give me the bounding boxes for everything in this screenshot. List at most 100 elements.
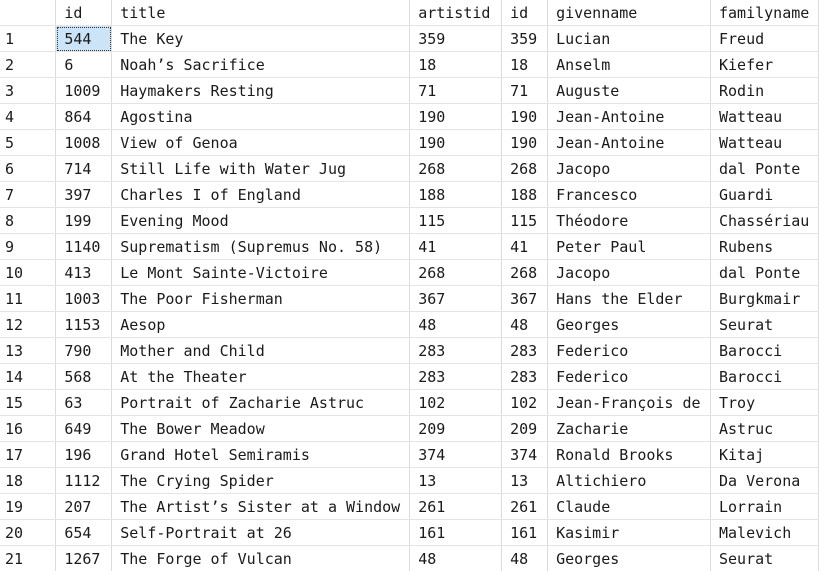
corner-cell[interactable] <box>0 0 56 26</box>
cell-id[interactable]: 544 <box>56 26 112 52</box>
cell-givenname[interactable]: Zacharie <box>548 416 711 442</box>
row-number[interactable]: 17 <box>0 442 56 468</box>
cell-id[interactable]: 397 <box>56 182 112 208</box>
cell-artistid[interactable]: 71 <box>410 78 502 104</box>
cell-title[interactable]: Haymakers Resting <box>112 78 410 104</box>
row-number[interactable]: 14 <box>0 364 56 390</box>
table-row[interactable]: 17196Grand Hotel Semiramis374374Ronald B… <box>0 442 819 468</box>
cell-title[interactable]: Mother and Child <box>112 338 410 364</box>
cell-givenname[interactable]: Jacopo <box>548 156 711 182</box>
cell-id-2[interactable]: 161 <box>502 520 548 546</box>
cell-title[interactable]: Aesop <box>112 312 410 338</box>
table-row[interactable]: 91140Suprematism (Supremus No. 58)4141Pe… <box>0 234 819 260</box>
cell-givenname[interactable]: Auguste <box>548 78 711 104</box>
cell-id-2[interactable]: 261 <box>502 494 548 520</box>
table-row[interactable]: 10413Le Mont Sainte-Victoire268268Jacopo… <box>0 260 819 286</box>
table-row[interactable]: 111003The Poor Fisherman367367Hans the E… <box>0 286 819 312</box>
cell-artistid[interactable]: 283 <box>410 338 502 364</box>
cell-id-2[interactable]: 367 <box>502 286 548 312</box>
cell-title[interactable]: The Forge of Vulcan <box>112 546 410 571</box>
cell-artistid[interactable]: 161 <box>410 520 502 546</box>
cell-artistid[interactable]: 190 <box>410 104 502 130</box>
cell-familyname[interactable]: dal Ponte <box>711 260 819 286</box>
cell-artistid[interactable]: 374 <box>410 442 502 468</box>
cell-title[interactable]: Agostina <box>112 104 410 130</box>
cell-id[interactable]: 207 <box>56 494 112 520</box>
cell-artistid[interactable]: 41 <box>410 234 502 260</box>
cell-id[interactable]: 1153 <box>56 312 112 338</box>
cell-title[interactable]: View of Genoa <box>112 130 410 156</box>
row-number[interactable]: 15 <box>0 390 56 416</box>
cell-artistid[interactable]: 268 <box>410 260 502 286</box>
cell-artistid[interactable]: 102 <box>410 390 502 416</box>
cell-title[interactable]: Le Mont Sainte-Victoire <box>112 260 410 286</box>
cell-id-2[interactable]: 41 <box>502 234 548 260</box>
row-number[interactable]: 4 <box>0 104 56 130</box>
cell-givenname[interactable]: Altichiero <box>548 468 711 494</box>
cell-id[interactable]: 196 <box>56 442 112 468</box>
table-row[interactable]: 4864Agostina190190Jean-AntoineWatteau <box>0 104 819 130</box>
cell-givenname[interactable]: Hans the Elder <box>548 286 711 312</box>
cell-familyname[interactable]: Kitaj <box>711 442 819 468</box>
cell-familyname[interactable]: Freud <box>711 26 819 52</box>
cell-title[interactable]: Still Life with Water Jug <box>112 156 410 182</box>
cell-title[interactable]: At the Theater <box>112 364 410 390</box>
cell-id-2[interactable]: 18 <box>502 52 548 78</box>
cell-id[interactable]: 568 <box>56 364 112 390</box>
cell-artistid[interactable]: 190 <box>410 130 502 156</box>
cell-givenname[interactable]: Francesco <box>548 182 711 208</box>
row-number[interactable]: 5 <box>0 130 56 156</box>
row-number[interactable]: 16 <box>0 416 56 442</box>
table-row[interactable]: 16649The Bower Meadow209209ZacharieAstru… <box>0 416 819 442</box>
cell-givenname[interactable]: Lucian <box>548 26 711 52</box>
cell-givenname[interactable]: Federico <box>548 338 711 364</box>
cell-id-2[interactable]: 283 <box>502 364 548 390</box>
cell-id-2[interactable]: 48 <box>502 546 548 571</box>
row-number[interactable]: 12 <box>0 312 56 338</box>
cell-givenname[interactable]: Jacopo <box>548 260 711 286</box>
cell-familyname[interactable]: Barocci <box>711 364 819 390</box>
cell-title[interactable]: Charles I of England <box>112 182 410 208</box>
table-row[interactable]: 6714Still Life with Water Jug268268Jacop… <box>0 156 819 182</box>
row-number[interactable]: 8 <box>0 208 56 234</box>
table-row[interactable]: 26Noah’s Sacrifice1818AnselmKiefer <box>0 52 819 78</box>
cell-familyname[interactable]: Burgkmair <box>711 286 819 312</box>
row-number[interactable]: 9 <box>0 234 56 260</box>
cell-id[interactable]: 1009 <box>56 78 112 104</box>
column-header-givenname[interactable]: givenname <box>548 0 711 26</box>
cell-id[interactable]: 714 <box>56 156 112 182</box>
cell-artistid[interactable]: 367 <box>410 286 502 312</box>
cell-id-2[interactable]: 71 <box>502 78 548 104</box>
cell-artistid[interactable]: 261 <box>410 494 502 520</box>
cell-givenname[interactable]: Kasimir <box>548 520 711 546</box>
cell-familyname[interactable]: Kiefer <box>711 52 819 78</box>
cell-title[interactable]: The Bower Meadow <box>112 416 410 442</box>
cell-id[interactable]: 1267 <box>56 546 112 571</box>
cell-id-2[interactable]: 13 <box>502 468 548 494</box>
cell-title[interactable]: Suprematism (Supremus No. 58) <box>112 234 410 260</box>
row-number[interactable]: 3 <box>0 78 56 104</box>
column-header-title[interactable]: title <box>112 0 410 26</box>
table-row[interactable]: 14568At the Theater283283FedericoBarocci <box>0 364 819 390</box>
cell-id[interactable]: 1008 <box>56 130 112 156</box>
cell-givenname[interactable]: Federico <box>548 364 711 390</box>
row-number[interactable]: 11 <box>0 286 56 312</box>
cell-title[interactable]: The Crying Spider <box>112 468 410 494</box>
cell-givenname[interactable]: Jean-François de <box>548 390 711 416</box>
cell-id-2[interactable]: 115 <box>502 208 548 234</box>
cell-title[interactable]: Portrait of Zacharie Astruc <box>112 390 410 416</box>
cell-familyname[interactable]: dal Ponte <box>711 156 819 182</box>
cell-id[interactable]: 649 <box>56 416 112 442</box>
cell-id[interactable]: 654 <box>56 520 112 546</box>
column-header-id-2[interactable]: id <box>502 0 548 26</box>
cell-title[interactable]: The Artist’s Sister at a Window <box>112 494 410 520</box>
cell-id-2[interactable]: 268 <box>502 156 548 182</box>
row-number[interactable]: 19 <box>0 494 56 520</box>
cell-givenname[interactable]: Jean-Antoine <box>548 130 711 156</box>
cell-givenname[interactable]: Peter Paul <box>548 234 711 260</box>
cell-artistid[interactable]: 188 <box>410 182 502 208</box>
cell-artistid[interactable]: 18 <box>410 52 502 78</box>
table-row[interactable]: 8199Evening Mood115115ThéodoreChassériau <box>0 208 819 234</box>
cell-id-2[interactable]: 268 <box>502 260 548 286</box>
cell-familyname[interactable]: Barocci <box>711 338 819 364</box>
